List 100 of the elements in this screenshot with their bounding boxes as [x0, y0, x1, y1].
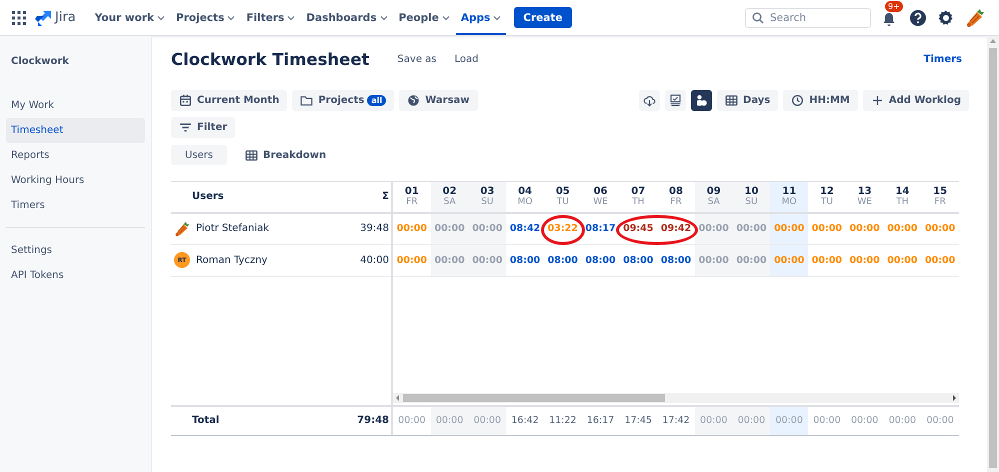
- chevron-icon: [493, 14, 502, 20]
- app-switcher-icon: [12, 10, 26, 24]
- weekday-label: SU: [481, 197, 494, 208]
- nav-menu[interactable]: Dashboards: [301, 0, 393, 35]
- toolbar-button[interactable]: Current Month: [171, 90, 288, 111]
- chevron-icon: [227, 14, 236, 20]
- weekday-label: MO: [518, 197, 532, 208]
- total-cell: 00:00: [776, 415, 803, 426]
- header-action[interactable]: Load: [454, 54, 478, 64]
- user-total: 40:00: [360, 254, 389, 266]
- toolbar-button[interactable]: Days: [717, 90, 778, 111]
- jira-logo-icon: [34, 10, 52, 26]
- weekday-label: TH: [896, 197, 909, 208]
- globe-icon: [407, 94, 420, 107]
- toolbar-button[interactable]: HH:MM: [783, 90, 858, 111]
- header-action[interactable]: Save as: [397, 54, 436, 64]
- search-icon: [752, 12, 764, 24]
- day-number: 08: [669, 186, 683, 198]
- sidebar-item[interactable]: Working Hours: [6, 168, 145, 193]
- filter-icon: [179, 121, 192, 134]
- total-cell: 00:00: [474, 415, 502, 426]
- sidebar-item[interactable]: Timesheet: [6, 118, 145, 143]
- sidebar-item[interactable]: API Tokens: [6, 263, 145, 288]
- weekday-label: SU: [745, 197, 758, 208]
- time-cell[interactable]: 08:00: [548, 254, 578, 266]
- toolbar-button[interactable]: Projects all: [292, 90, 394, 111]
- toolbar-button[interactable]: Warsaw: [399, 90, 478, 111]
- time-cell[interactable]: 08:00: [510, 254, 540, 266]
- monitor-icon: [669, 94, 682, 107]
- total-cell: 00:00: [813, 415, 841, 426]
- timers-link[interactable]: Timers: [924, 54, 962, 64]
- user-name: Piotr Stefaniak: [196, 223, 270, 234]
- day-number: 04: [518, 186, 532, 198]
- filter-button[interactable]: Filter: [171, 117, 236, 138]
- day-number: 13: [858, 186, 872, 198]
- product-name: Jira: [55, 10, 76, 25]
- day-number: 14: [895, 186, 910, 198]
- table-icon: [725, 94, 738, 107]
- clock-icon: [791, 94, 804, 107]
- create-button[interactable]: Create: [514, 7, 572, 28]
- time-cell[interactable]: 09:42: [660, 223, 692, 234]
- weekday-label: TU: [556, 197, 569, 208]
- nav-menu[interactable]: Apps: [456, 0, 506, 35]
- day-number: 01: [404, 186, 419, 198]
- cloud-download-icon: [643, 94, 656, 107]
- sidebar-item[interactable]: My Work: [6, 93, 145, 118]
- view-tab[interactable]: Users: [171, 145, 228, 165]
- weekday-label: FR: [670, 197, 682, 208]
- sidebar-title: Clockwork: [10, 56, 70, 67]
- time-cell[interactable]: 09:45: [623, 223, 654, 234]
- total-cell: 00:00: [850, 415, 878, 426]
- time-cell[interactable]: 08:17: [585, 223, 616, 234]
- sidebar-item[interactable]: Timers: [6, 193, 145, 218]
- calendar-icon: [179, 94, 192, 107]
- day-number: 11: [782, 186, 796, 198]
- time-cell[interactable]: 08:00: [585, 254, 616, 266]
- day-number: 10: [744, 186, 758, 198]
- total-label: Total: [192, 415, 220, 426]
- total-cell: 00:00: [700, 415, 728, 426]
- sidebar-item[interactable]: Settings: [6, 238, 145, 263]
- day-number: 03: [480, 186, 494, 198]
- column-header: Users: [192, 191, 224, 202]
- plus-icon: [870, 94, 884, 107]
- weekday-label: TU: [820, 197, 833, 208]
- total-cell: 00:00: [926, 415, 954, 426]
- chevron-icon: [380, 14, 388, 20]
- day-number: 06: [594, 186, 608, 198]
- users-icon: [695, 94, 708, 107]
- table-icon: [245, 148, 258, 162]
- total-cell: 16:42: [511, 415, 539, 426]
- search-field[interactable]: Search: [745, 8, 871, 28]
- notification-bell-icon: [881, 10, 897, 26]
- weekday-label: WE: [857, 197, 872, 208]
- nav-menu[interactable]: Projects: [171, 0, 240, 35]
- nav-menu[interactable]: People: [394, 0, 455, 35]
- time-cell[interactable]: 08:42: [510, 223, 540, 234]
- total-cell: 00:00: [888, 415, 916, 426]
- view-tab[interactable]: Breakdown: [231, 145, 340, 165]
- icon-button[interactable]: [691, 90, 712, 111]
- weekday-label: SA: [444, 197, 456, 208]
- nav-menu[interactable]: Filters: [241, 0, 300, 35]
- day-number: 05: [556, 186, 570, 198]
- weekday-label: SA: [708, 197, 720, 208]
- notification-count: 9+: [885, 0, 903, 12]
- weekday-label: MO: [782, 197, 797, 208]
- sidebar-item[interactable]: Reports: [6, 143, 145, 168]
- day-number: 15: [933, 186, 948, 198]
- icon-button[interactable]: [639, 90, 660, 111]
- day-number: 12: [820, 186, 834, 198]
- weekday-label: WE: [593, 197, 608, 208]
- icon-button[interactable]: [665, 90, 686, 111]
- help-icon: [909, 8, 927, 26]
- day-number: 09: [706, 186, 721, 198]
- total-cell: 17:45: [624, 415, 652, 426]
- toolbar-button[interactable]: Add Worklog: [862, 90, 969, 111]
- nav-menu[interactable]: Your work: [90, 0, 170, 35]
- chevron-icon: [442, 14, 450, 20]
- total-cell: 11:22: [549, 415, 576, 426]
- time-cell[interactable]: 08:00: [660, 254, 692, 266]
- time-cell[interactable]: 08:00: [623, 254, 654, 266]
